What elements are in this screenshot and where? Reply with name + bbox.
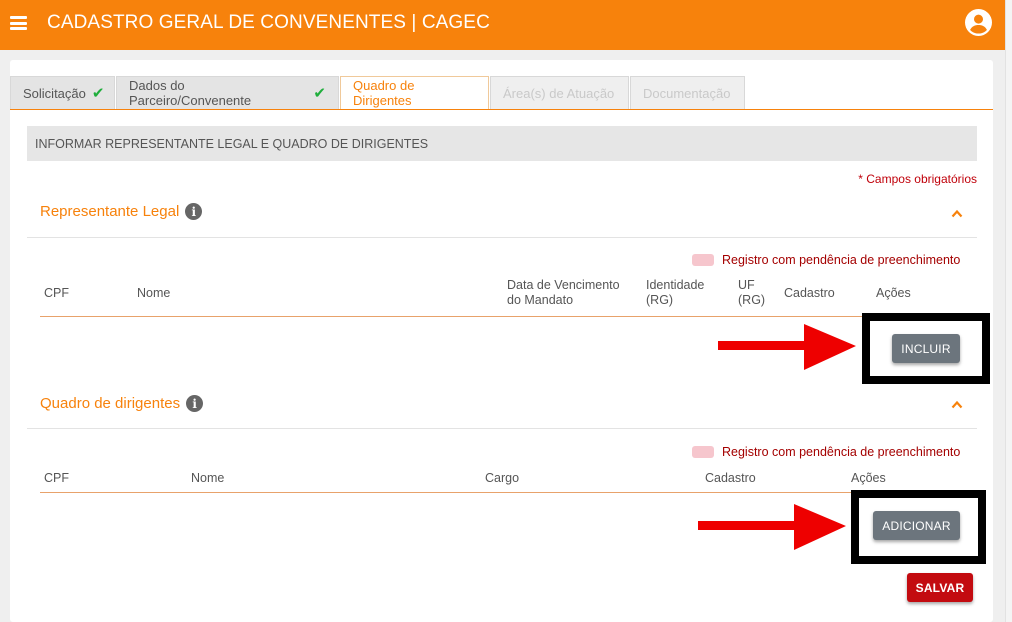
col-identidade: Identidade (RG) [646,278,705,307]
directors-section-title: Quadro de dirigentes i [40,395,204,412]
section-divider [27,428,977,429]
col-acoes: Ações [851,471,886,485]
required-fields-note: * Campos obrigatórios [858,172,977,186]
col-cpf: CPF [44,286,69,300]
check-icon: ✔ [313,85,326,102]
chevron-up-icon[interactable] [951,208,963,220]
chevron-up-icon[interactable] [951,399,963,411]
col-vencimento-mandato: Data de Vencimento do Mandato [507,278,620,307]
section-title-text: Quadro de dirigentes [40,395,181,412]
page-scrollbar[interactable] [1005,0,1012,622]
tab-solicitacao[interactable]: Solicitação ✔ [10,76,115,109]
col-cadastro: Cadastro [705,471,756,485]
pending-legend: Registro com pendência de preenchimento [692,253,960,267]
tab-label: Dados do Parceiro/Convenente [129,78,252,108]
tab-label: Solicitação [23,85,86,101]
info-icon[interactable]: i [185,203,203,220]
pending-legend: Registro com pendência de preenchimento [692,445,960,459]
col-acoes: Ações [876,286,911,300]
col-cargo: Cargo [485,471,520,485]
tab-quadro-dirigentes[interactable]: Quadro de Dirigentes [340,76,489,109]
col-uf: UF (RG) [738,278,766,307]
pending-swatch [692,446,714,458]
section-banner: INFORMAR REPRESENTANTE LEGAL E QUADRO DE… [27,126,977,161]
col-nome: Nome [191,471,225,485]
account-circle-icon[interactable] [965,9,992,36]
tab-label: Quadro de Dirigentes [353,78,415,108]
info-icon[interactable]: i [186,395,204,412]
tab-areas-atuacao: Área(s) de Atuação [490,76,629,109]
table-header-rule [40,492,977,493]
app-title: CADASTRO GERAL DE CONVENENTES | CAGEC [47,12,490,33]
tab-label: Documentação [643,85,731,101]
annotation-arrow-icon [718,324,856,370]
col-nome: Nome [137,286,171,300]
legal-rep-section-title: Representante Legal i [40,203,203,220]
adicionar-button[interactable]: ADICIONAR [873,511,960,540]
legend-text: Registro com pendência de preenchimento [722,253,961,267]
annotation-arrow-icon [698,504,846,550]
tab-dados-parceiro[interactable]: Dados do Parceiro/Convenente ✔ [116,76,339,109]
app-header: CADASTRO GERAL DE CONVENENTES | CAGEC [0,0,1005,50]
tab-documentacao: Documentação [630,76,745,109]
pending-swatch [692,254,714,266]
incluir-button[interactable]: INCLUIR [892,334,960,363]
wizard-tabs: Solicitação ✔ Dados do Parceiro/Convenen… [10,76,993,110]
section-divider [27,237,977,238]
col-cpf: CPF [44,471,69,485]
salvar-button[interactable]: SALVAR [907,573,973,602]
table-header-rule [40,316,977,317]
tab-label: Área(s) de Atuação [503,85,615,101]
hamburger-menu-icon[interactable] [10,16,27,30]
check-icon: ✔ [91,85,105,102]
section-title-text: Representante Legal [40,203,180,220]
legend-text: Registro com pendência de preenchimento [722,445,961,459]
col-cadastro: Cadastro [784,286,835,300]
